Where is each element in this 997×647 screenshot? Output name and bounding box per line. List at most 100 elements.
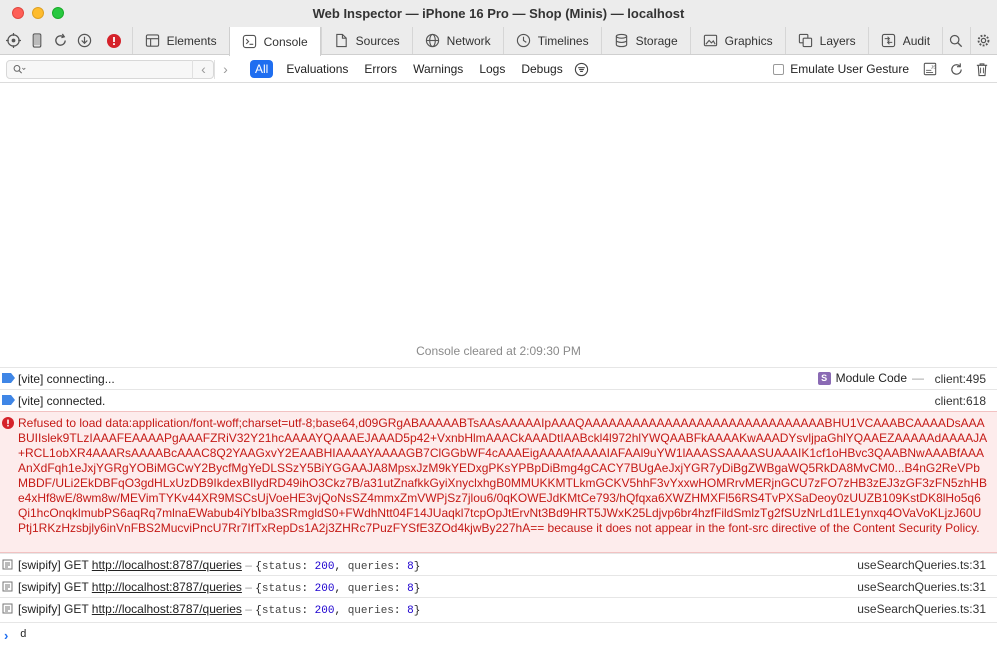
separator: — — [912, 371, 924, 385]
console-log-row[interactable]: [swipify] GET http://localhost:8787/quer… — [0, 597, 997, 622]
queries-key: queries — [347, 605, 394, 617]
module-badge: S — [817, 371, 831, 385]
error-icon — [2, 417, 14, 432]
object-open-brace: { — [255, 583, 262, 595]
queries-value: 8 — [407, 561, 414, 573]
tab-label: Layers — [819, 33, 856, 48]
object-close-brace: } — [413, 561, 421, 573]
element-picker-icon[interactable] — [2, 27, 26, 54]
source-location-link[interactable]: client:495 — [935, 372, 986, 386]
tab-label: Elements — [166, 33, 217, 48]
url-link[interactable]: http://localhost:8787/queries — [92, 580, 242, 594]
scope-evaluations[interactable]: Evaluations — [281, 60, 353, 78]
log-entry-icon — [2, 603, 13, 617]
console-log-row[interactable]: [swipify] GET http://localhost:8787/quer… — [0, 553, 997, 575]
previous-match-button[interactable]: ‹ — [192, 59, 214, 79]
console-message[interactable]: [vite] connecting... S Module Code — cli… — [0, 367, 997, 389]
tab-elements[interactable]: Elements — [131, 27, 229, 54]
window-controls — [12, 7, 64, 19]
console-input[interactable]: d — [20, 629, 27, 641]
audit-icon — [881, 33, 895, 48]
object-comma: , — [334, 605, 348, 617]
search-icon[interactable] — [942, 27, 969, 54]
gear-icon[interactable] — [969, 27, 997, 54]
next-match-button[interactable]: › — [214, 59, 236, 79]
status-value: 200 — [314, 583, 335, 595]
emulate-checkbox[interactable] — [773, 63, 785, 75]
tab-layers[interactable]: Layers — [784, 27, 868, 54]
tab-timelines[interactable]: Timelines — [502, 27, 601, 54]
status-value: 200 — [314, 561, 335, 573]
maximize-window-button[interactable] — [52, 7, 64, 19]
clear-console-icon[interactable] — [969, 62, 995, 77]
object-close-brace: } — [413, 583, 421, 595]
url-link[interactable]: http://localhost:8787/queries — [92, 558, 242, 572]
tab-label: Graphics — [724, 33, 773, 48]
refresh-icon[interactable] — [943, 62, 969, 77]
log-entry-icon — [2, 559, 13, 573]
status-value: 200 — [314, 605, 335, 617]
filter-search[interactable] — [6, 59, 214, 79]
object-open-brace: { — [255, 605, 262, 617]
layers-icon — [798, 33, 812, 48]
status-key: status — [261, 561, 302, 573]
log-text: [swipify] GET http://localhost:8787/quer… — [18, 580, 421, 595]
minimize-window-button[interactable] — [32, 7, 44, 19]
console-error-message[interactable]: Refused to load data:application/font-wo… — [0, 411, 997, 553]
log-separator: – — [241, 580, 256, 594]
scope-logs[interactable]: Logs — [474, 60, 510, 78]
queries-key: queries — [347, 583, 394, 595]
source-location-link[interactable]: useSearchQueries.ts:31 — [857, 602, 986, 616]
close-window-button[interactable] — [12, 7, 24, 19]
queries-key: queries — [347, 561, 394, 573]
log-prefix: [swipify] GET — [18, 558, 92, 572]
chevron-left-icon: ‹ — [201, 61, 206, 77]
download-icon[interactable] — [73, 27, 97, 54]
message-text: [vite] connected. — [18, 394, 106, 408]
log-separator: – — [241, 558, 256, 572]
tab-label: Sources — [355, 33, 400, 48]
tab-storage[interactable]: Storage — [600, 27, 690, 54]
source-location-link[interactable]: useSearchQueries.ts:31 — [857, 580, 986, 594]
object-open-brace: { — [255, 561, 262, 573]
message-text: [vite] connecting... — [18, 372, 115, 386]
filter-options-icon[interactable] — [574, 62, 589, 77]
console-prompt[interactable]: › d — [0, 622, 997, 647]
tab-label: Storage — [635, 33, 678, 48]
source-location-link[interactable]: client:618 — [935, 394, 986, 408]
object-close-brace: } — [413, 605, 421, 617]
svg-text:JS: JS — [931, 65, 937, 71]
scope-warnings[interactable]: Warnings — [408, 60, 468, 78]
device-icon[interactable] — [26, 27, 50, 54]
log-flag-icon — [2, 372, 15, 386]
prompt-chevron-icon: › — [4, 628, 9, 643]
tab-network[interactable]: Network — [411, 27, 503, 54]
tab-sources[interactable]: Sources — [320, 27, 412, 54]
tab-graphics[interactable]: Graphics — [689, 27, 785, 54]
errors-indicator-icon[interactable] — [102, 27, 126, 54]
module-code-link[interactable]: S Module Code — — [817, 371, 924, 385]
console-icon — [242, 34, 256, 49]
title-bar: Web Inspector — iPhone 16 Pro — Shop (Mi… — [0, 0, 997, 27]
search-icon — [13, 64, 26, 73]
object-comma: , — [334, 561, 348, 573]
tab-label: Console — [263, 34, 308, 49]
reload-icon[interactable] — [49, 27, 73, 54]
scope-debugs[interactable]: Debugs — [516, 60, 567, 78]
console-message[interactable]: [vite] connected. client:618 — [0, 389, 997, 411]
scope-errors[interactable]: Errors — [359, 60, 402, 78]
log-separator: – — [241, 602, 256, 616]
tab-console[interactable]: Console — [228, 27, 321, 56]
elements-icon — [145, 34, 159, 47]
source-location-link[interactable]: useSearchQueries.ts:31 — [857, 558, 986, 572]
emulate-user-gesture[interactable]: Emulate User Gesture — [773, 62, 909, 76]
console-log-row[interactable]: [swipify] GET http://localhost:8787/quer… — [0, 575, 997, 597]
tab-audit[interactable]: Audit — [867, 27, 942, 54]
filter-input[interactable] — [30, 63, 200, 75]
url-link[interactable]: http://localhost:8787/queries — [92, 602, 242, 616]
sources-icon — [335, 33, 347, 48]
script-icon[interactable]: JS — [917, 62, 943, 76]
scope-all[interactable]: All — [250, 60, 274, 78]
queries-value: 8 — [407, 605, 414, 617]
tab-label: Timelines — [537, 33, 589, 48]
